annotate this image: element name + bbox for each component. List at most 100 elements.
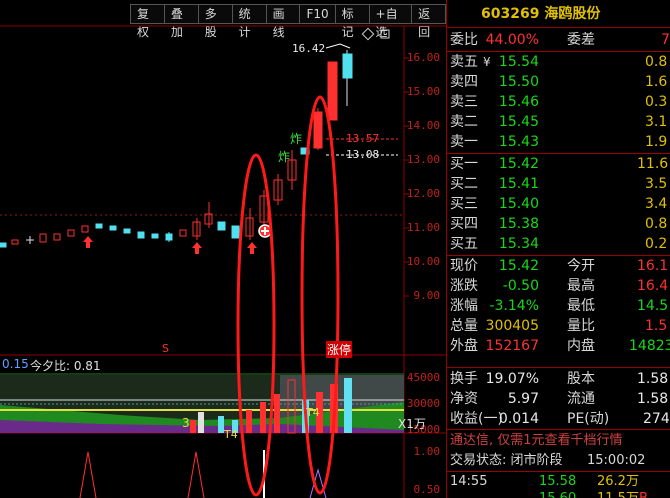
limit-up-marker: 涨停	[326, 341, 353, 358]
price-tag-b: 13.08	[346, 148, 380, 161]
stat-value: 15.42	[498, 258, 539, 274]
kline-chart-panel[interactable]: 复权 叠加 多股 统计 画线 F10 标记 +自选 返回 16.00 15.00…	[0, 0, 447, 498]
quote-panel: 603269 海鸥股份 委比 44.00% 委差 7 卖五 ¥ 15.54 0.…	[446, 0, 670, 498]
zha-marker: 炸	[278, 150, 291, 164]
volume-axis-label: 30000	[406, 397, 440, 410]
ask-label: 卖一	[450, 134, 478, 150]
weicha-label: 委差	[567, 32, 595, 48]
indicator-axis-label: 1.00	[413, 445, 441, 458]
tick-price: 15.60	[539, 489, 576, 498]
stat-label: 股本	[567, 371, 595, 387]
stat-value: 300405	[485, 318, 539, 334]
notice-link[interactable]: 通达信, 仅需1元查看千档行情	[447, 431, 670, 451]
ask-volume: 1.9	[645, 134, 668, 150]
ask-volume: 3.1	[645, 114, 668, 130]
ask-price: 15.46	[498, 94, 539, 110]
ask-row[interactable]: 卖三 15.46 0.3	[447, 92, 670, 112]
bid-label: 买四	[450, 216, 478, 232]
ask-price: 15.50	[498, 74, 539, 90]
ask-label: 卖三	[450, 94, 478, 110]
bid-price: 15.40	[498, 196, 539, 212]
stat-label: 涨幅	[450, 298, 478, 314]
stat-label: 内盘	[567, 338, 595, 354]
ask-volume: 0.3	[645, 94, 668, 110]
ask-row[interactable]: 卖四 15.50 1.6	[447, 72, 670, 92]
ask-row[interactable]: 卖一 15.43 1.9	[447, 132, 670, 152]
stat-label: 量比	[567, 318, 595, 334]
ask-label: 卖四	[450, 74, 478, 90]
bid-volume: 3.4	[645, 196, 668, 212]
tick-side: B	[639, 489, 648, 498]
ask-label: 卖五	[450, 54, 478, 70]
price-axis-label: 15.00	[406, 85, 440, 98]
price-axis-label: 13.00	[406, 153, 440, 166]
s-marker: S	[162, 342, 169, 355]
stat-value: 0.014	[498, 411, 539, 427]
bid-label: 买二	[450, 176, 478, 192]
stat-value: 152167	[485, 338, 539, 354]
volume-ratio-text: 今夕比: 0.81	[30, 359, 101, 373]
bid-row[interactable]: 买一 15.42 11.6	[447, 154, 670, 174]
notice-text: 通达信, 仅需1元查看千档行情	[450, 433, 623, 448]
stat-value: 274	[643, 411, 670, 427]
volume-marker-3: 3	[182, 416, 190, 430]
stat-label: 总量	[450, 318, 478, 334]
zha-marker: 炸	[290, 132, 303, 146]
stat-value: 14823	[629, 338, 670, 354]
stock-name: 海鸥股份	[544, 6, 601, 22]
bid-row[interactable]: 买二 15.41 3.5	[447, 174, 670, 194]
bid-label: 买一	[450, 156, 478, 172]
kline-drawing	[0, 25, 446, 498]
weibi-label: 委比	[450, 32, 478, 48]
stat-value: -3.14%	[489, 298, 539, 314]
stat-row: 外盘 152167 内盘 14823	[447, 336, 670, 356]
stat-value: 1.58	[637, 371, 669, 387]
bid-price: 15.41	[498, 176, 539, 192]
stat-label: 换手	[450, 371, 478, 387]
weicha-value: 7	[661, 32, 670, 48]
stat-label: 外盘	[450, 338, 478, 354]
weibi-row: 委比 44.00% 委差 7	[447, 30, 670, 50]
stat-label: 今开	[567, 258, 595, 274]
stock-code: 603269	[481, 6, 540, 22]
stat-label: 净资	[450, 391, 478, 407]
trade-status-time: 15:00:02	[587, 453, 646, 468]
price-axis-label: 10.00	[406, 255, 440, 268]
stat-value: 14.5	[637, 298, 669, 314]
volume-ratio-value: 0.15	[2, 357, 29, 371]
ask-row[interactable]: 卖五 ¥ 15.54 0.8	[447, 52, 670, 72]
bid-row[interactable]: 买三 15.40 3.4	[447, 194, 670, 214]
stat-row: 现价 15.42 今开 16.1	[447, 256, 670, 276]
stat-value: 16.4	[637, 278, 669, 294]
bid-row[interactable]: 买五 15.34 0.2	[447, 234, 670, 254]
ask-row[interactable]: 卖二 15.45 3.1	[447, 112, 670, 132]
trade-status-row: 交易状态: 闭市阶段 15:00:02	[447, 451, 670, 471]
stat-value: 16.1	[637, 258, 669, 274]
bid-price: 15.34	[498, 236, 539, 252]
ask-flag: ¥	[483, 55, 491, 69]
stat-row: 涨跌 -0.50 最高 16.4	[447, 276, 670, 296]
stat-label: 最高	[567, 278, 595, 294]
stock-header: 603269 海鸥股份	[447, 0, 670, 28]
bid-price: 15.42	[498, 156, 539, 172]
bid-volume: 0.8	[645, 216, 668, 232]
bid-volume: 3.5	[645, 176, 668, 192]
price-axis-label: 9.00	[413, 289, 441, 302]
stat-value: 1.58	[637, 391, 669, 407]
tick-volume: 11.5万	[597, 489, 639, 498]
stat-label: 最低	[567, 298, 595, 314]
stat-label: 涨跌	[450, 278, 478, 294]
price-axis-label: 14.00	[406, 119, 440, 132]
bid-volume: 11.6	[637, 156, 669, 172]
ask-volume: 1.6	[645, 74, 668, 90]
volume-unit-label: X1万	[398, 417, 426, 431]
bid-row[interactable]: 买四 15.38 0.8	[447, 214, 670, 234]
bid-price: 15.38	[498, 216, 539, 232]
stat-label: PE(动)	[567, 411, 610, 427]
stat-row: 涨幅 -3.14% 最低 14.5	[447, 296, 670, 316]
price-axis-label: 11.00	[406, 221, 440, 234]
volume-marker-t4: T4	[306, 406, 320, 419]
stat-value: -0.50	[502, 278, 539, 294]
stat-value: 1.5	[645, 318, 668, 334]
stat-value: 19.07%	[485, 371, 539, 387]
